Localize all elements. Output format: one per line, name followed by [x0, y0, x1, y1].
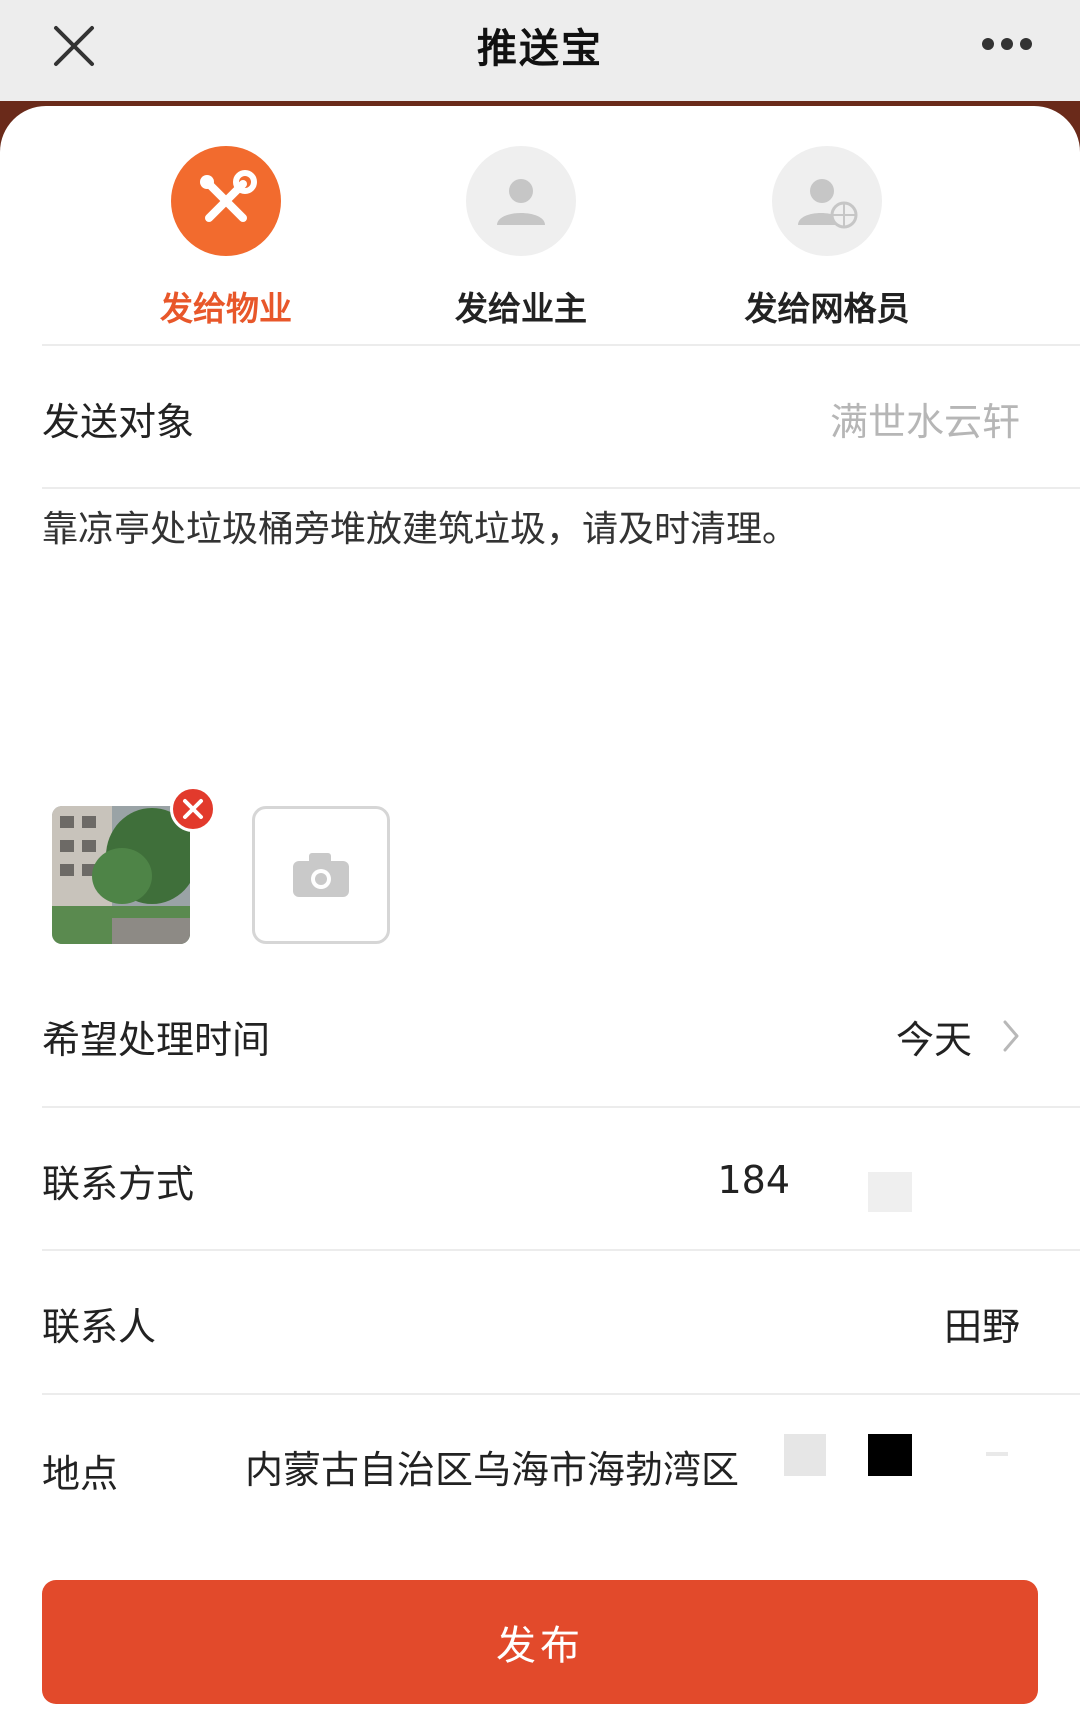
divider — [42, 1106, 1080, 1108]
recipient-value: 满世水云轩 — [829, 399, 1020, 444]
redaction-block — [784, 1434, 826, 1476]
recipient-label: 发送对象 — [42, 399, 195, 444]
publish-button[interactable]: 发布 — [42, 1580, 1038, 1704]
page-title: 推送宝 — [477, 26, 603, 72]
handle-time-label: 希望处理时间 — [42, 1017, 271, 1062]
more-options-icon[interactable] — [980, 36, 1034, 52]
divider — [42, 1249, 1080, 1251]
location-row[interactable]: 地点 — [42, 1400, 242, 1540]
recipient-row[interactable]: 发送对象 满世水云轩 — [42, 348, 1020, 488]
handle-time-row[interactable]: 希望处理时间 今天 — [42, 966, 1020, 1106]
phone-value: 184 — [717, 1158, 790, 1202]
location-label: 地点 — [42, 1451, 119, 1496]
location-value[interactable]: 内蒙古自治区乌海市海勃湾区 — [245, 1440, 739, 1500]
tab-grid-member[interactable]: 发给网格员 — [707, 146, 947, 346]
handle-time-value: 今天 — [895, 1017, 972, 1062]
tab-owner[interactable]: 发给业主 — [401, 146, 641, 346]
divider — [42, 344, 1080, 346]
contact-row[interactable]: 联系人 田野 — [42, 1253, 1020, 1393]
divider — [42, 1393, 1080, 1395]
contact-value: 田野 — [943, 1304, 1020, 1349]
contact-label: 联系人 — [42, 1304, 157, 1349]
tools-icon — [171, 146, 281, 256]
phone-label: 联系方式 — [42, 1161, 195, 1206]
recipient-type-tabs: 发给物业 发给业主 发给网格员 — [0, 146, 1080, 346]
chevron-right-icon — [1003, 1020, 1019, 1052]
tab-property-label: 发给物业 — [160, 289, 292, 328]
message-input[interactable]: 靠凉亭处垃圾桶旁堆放建筑垃圾，请及时清理。 — [42, 505, 1040, 555]
user-icon — [466, 146, 576, 256]
user-globe-icon — [772, 146, 882, 256]
divider — [42, 487, 1080, 489]
redaction-block — [868, 1434, 912, 1476]
add-photo-button[interactable] — [252, 806, 390, 944]
attached-photo[interactable] — [52, 806, 190, 944]
close-icon — [183, 799, 203, 819]
tab-grid-member-label: 发给网格员 — [744, 289, 910, 328]
tab-owner-label: 发给业主 — [455, 289, 587, 328]
redaction-block — [986, 1452, 1008, 1456]
remove-photo-button[interactable] — [170, 786, 216, 832]
camera-icon — [293, 853, 349, 897]
title-bar: 推送宝 — [0, 0, 1080, 101]
tab-property[interactable]: 发给物业 — [106, 146, 346, 346]
redaction-block — [868, 1172, 912, 1212]
